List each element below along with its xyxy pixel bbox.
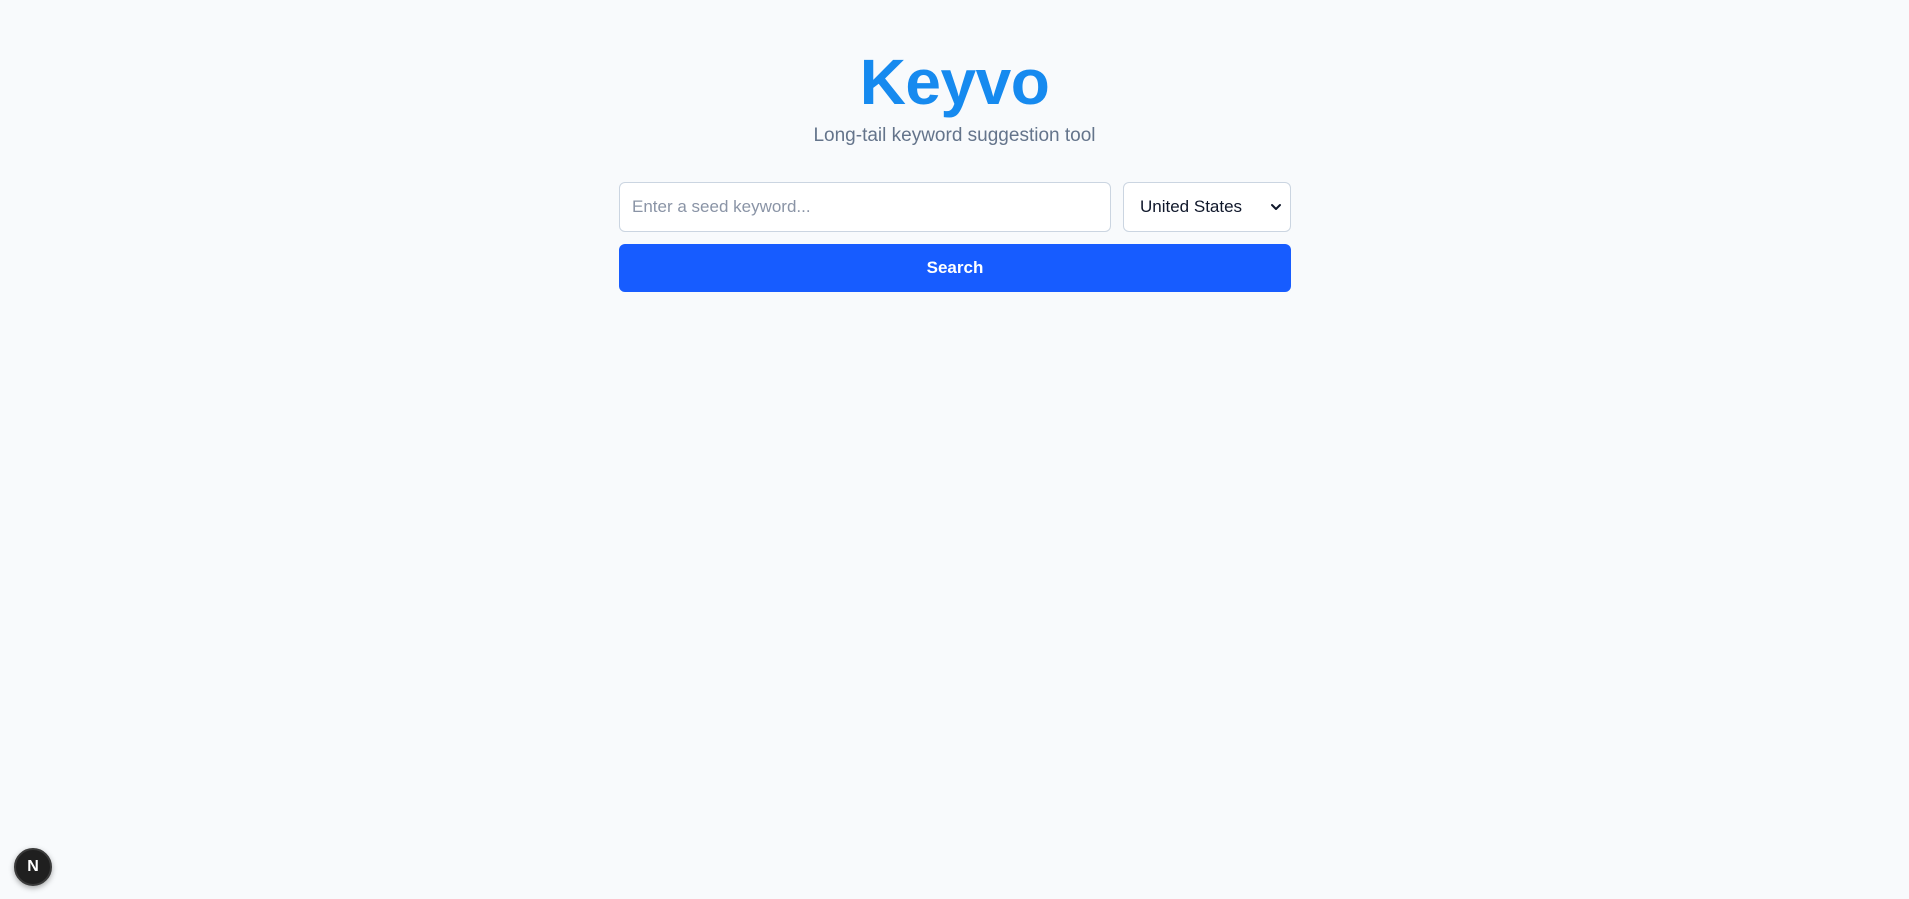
page: Keyvo Long-tail keyword suggestion tool … (0, 0, 1909, 899)
nextjs-logo-icon: N (27, 858, 39, 875)
nextjs-dev-indicator[interactable]: N (14, 848, 52, 886)
header: Keyvo Long-tail keyword suggestion tool (0, 44, 1909, 148)
search-row: United States (619, 182, 1291, 232)
search-button[interactable]: Search (619, 244, 1291, 292)
app-title: Keyvo (859, 46, 1050, 118)
seed-keyword-input[interactable] (619, 182, 1111, 232)
app-tagline: Long-tail keyword suggestion tool (813, 125, 1096, 146)
country-select[interactable]: United States (1123, 182, 1291, 232)
chevron-down-icon (1271, 204, 1281, 210)
search-form: United States Search (619, 182, 1291, 292)
country-select-value: United States (1140, 197, 1243, 216)
